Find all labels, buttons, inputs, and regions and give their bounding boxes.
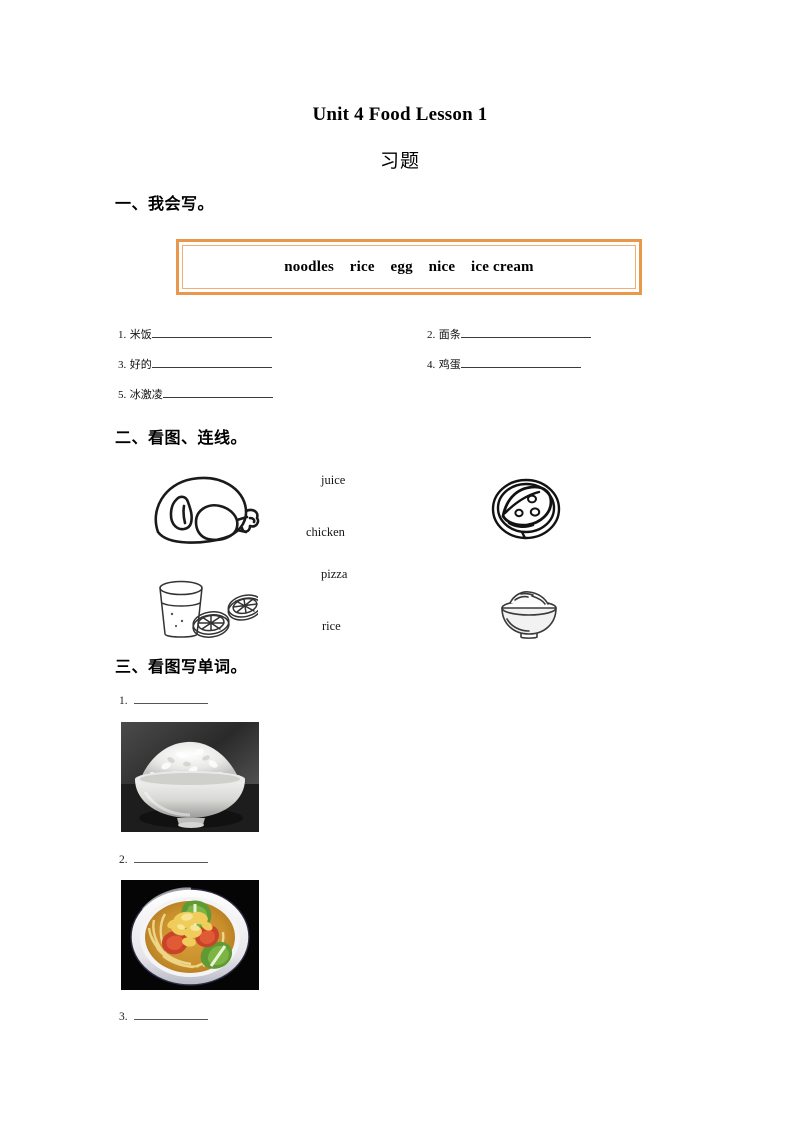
fill-item-4-number: 4. — [427, 359, 436, 371]
word-bank-box: noodles rice egg nice ice cream — [176, 239, 642, 295]
chicken-drumstick-icon — [146, 470, 264, 552]
fill-item-3-prompt: 好的 — [129, 358, 152, 371]
photo-item-2-label: 2. — [119, 851, 208, 866]
photo-item-2-blank[interactable] — [133, 851, 208, 863]
fill-item-3-blank[interactable] — [151, 356, 272, 368]
fill-item-1-prompt: 米饭 — [129, 328, 152, 341]
match-word-chicken[interactable]: chicken — [306, 525, 345, 540]
rice-bowl-icon — [497, 586, 561, 640]
photo-item-3-number: 3. — [119, 1011, 128, 1023]
fill-item-4: 4. 鸡蛋 — [427, 356, 581, 372]
photo-item-1-blank[interactable] — [133, 692, 208, 704]
photo-item-3-blank[interactable] — [133, 1008, 208, 1020]
fill-item-4-blank[interactable] — [460, 356, 581, 368]
fill-item-5-number: 5. — [118, 389, 127, 401]
fill-item-2-prompt: 面条 — [438, 328, 461, 341]
fill-item-1: 1. 米饭 — [118, 326, 272, 342]
photo-item-3-label: 3. — [119, 1008, 208, 1023]
pizza-icon — [489, 475, 563, 545]
rice-bowl-photo — [121, 722, 259, 832]
section-2-heading: 二、看图、连线。 — [115, 428, 248, 447]
juice-glass-icon — [152, 578, 263, 644]
match-word-rice[interactable]: rice — [322, 619, 341, 634]
fill-item-3: 3. 好的 — [118, 356, 272, 372]
fill-item-5-blank[interactable] — [162, 386, 273, 398]
photo-item-1-number: 1. — [119, 695, 128, 707]
fill-item-3-number: 3. — [118, 359, 127, 371]
worksheet-page: Unit 4 Food Lesson 1 习题 一、我会写。 noodles r… — [0, 0, 800, 1131]
fill-item-5-prompt: 冰激凌 — [129, 388, 163, 401]
fill-item-2-blank[interactable] — [460, 326, 591, 338]
fill-item-2: 2. 面条 — [427, 326, 591, 342]
fill-item-4-prompt: 鸡蛋 — [438, 358, 461, 371]
section-1-heading: 一、我会写。 — [115, 194, 215, 213]
match-word-pizza[interactable]: pizza — [321, 567, 347, 582]
noodle-soup-photo — [121, 880, 259, 990]
word-bank-inner-border: noodles rice egg nice ice cream — [182, 245, 636, 289]
photo-item-1-label: 1. — [119, 692, 208, 707]
word-bank-words: noodles rice egg nice ice cream — [284, 258, 534, 275]
match-word-juice[interactable]: juice — [321, 473, 345, 488]
fill-item-1-blank[interactable] — [151, 326, 272, 338]
section-3-heading: 三、看图写单词。 — [115, 657, 248, 676]
fill-item-5: 5. 冰激凌 — [118, 386, 273, 402]
page-subtitle: 习题 — [379, 150, 420, 172]
photo-item-2-number: 2. — [119, 854, 128, 866]
fill-item-2-number: 2. — [427, 329, 436, 341]
page-title: Unit 4 Food Lesson 1 — [312, 104, 488, 125]
fill-item-1-number: 1. — [118, 329, 127, 341]
